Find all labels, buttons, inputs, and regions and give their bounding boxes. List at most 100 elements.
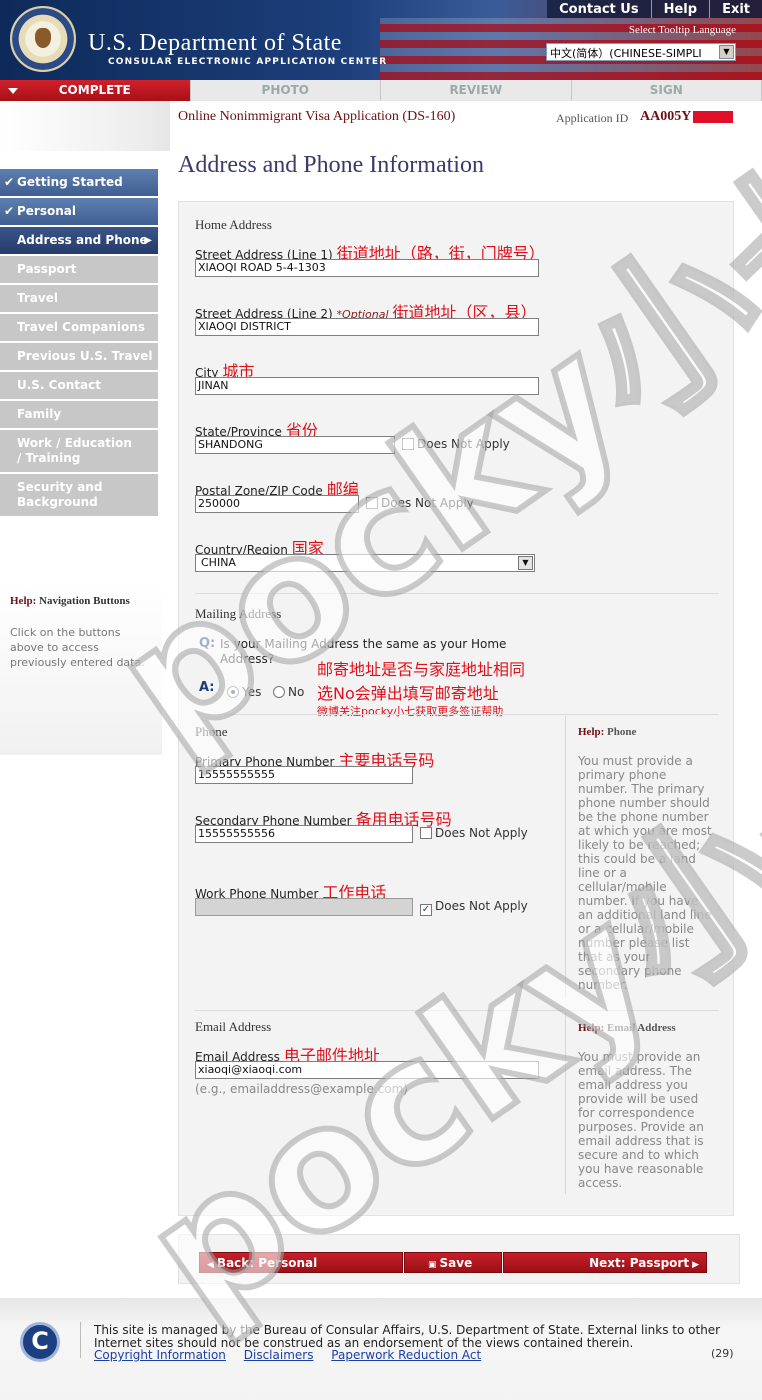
phone-help-text: You must provide a primary phone number.… (578, 754, 712, 992)
paperwork-reduction-link[interactable]: Paperwork Reduction Act (331, 1348, 481, 1362)
radio-no[interactable] (273, 686, 285, 698)
step-complete: COMPLETE (0, 80, 191, 101)
question-marker: Q: (199, 636, 216, 651)
chevron-down-icon[interactable]: ▼ (719, 45, 734, 59)
checkbox-checked[interactable]: ✓ (420, 904, 432, 916)
back-button[interactable]: ◀ Back: Personal (199, 1252, 403, 1273)
primary-phone-input[interactable]: 15555555555 (195, 766, 413, 784)
checkbox[interactable] (402, 438, 414, 450)
checkbox[interactable] (420, 827, 432, 839)
sidebar-item-security: Security and Background (0, 474, 158, 516)
footer-separator (80, 1322, 81, 1358)
street1-input[interactable]: XIAOQI ROAD 5-4-1303 (195, 259, 539, 277)
email-help: Help: Email Address You must provide an … (565, 1012, 735, 1194)
sidebar-item-work-education: Work / Education / Training (0, 430, 158, 472)
tooltip-language-label: Select Tooltip Language (628, 24, 736, 36)
radio-yes[interactable] (227, 686, 239, 698)
step-photo: PHOTO (190, 80, 381, 101)
mailing-note-2: 选No会弹出填写邮寄地址 (317, 684, 499, 703)
work-does-not-apply[interactable]: ✓ Does Not Apply (420, 899, 528, 916)
checkbox[interactable] (366, 497, 378, 509)
secondary-does-not-apply[interactable]: Does Not Apply (420, 826, 528, 840)
sidebar-item-passport: Passport (0, 256, 158, 283)
help-bold: Help: (578, 1022, 605, 1034)
home-address-heading: Home Address (195, 217, 272, 232)
department-seal-logo (10, 6, 76, 72)
email-example: (e.g., emailaddress@example.com) (195, 1082, 408, 1096)
mailing-note-1: 邮寄地址是否与家庭地址相同 (317, 660, 526, 679)
form-title: Online Nonimmigrant Visa Application (DS… (178, 109, 456, 124)
no-label: No (288, 685, 305, 699)
redaction-mark (693, 110, 734, 123)
help-bold: Help: (10, 595, 37, 607)
checkbox-label: Does Not Apply (417, 437, 510, 451)
checkbox-label: Does Not Apply (381, 496, 474, 510)
state-input[interactable]: SHANDONG (195, 436, 395, 454)
secondary-phone-input[interactable]: 15555555556 (195, 825, 413, 843)
state-does-not-apply[interactable]: Does Not Apply (402, 437, 510, 451)
sidebar-item-us-contact: U.S. Contact (0, 372, 158, 399)
work-phone-input[interactable] (195, 898, 413, 916)
contact-us-link[interactable]: Contact Us (547, 0, 650, 18)
navigation-help-title: Help: Navigation Buttons (10, 595, 130, 607)
footer-links: Copyright Information Disclaimers Paperw… (94, 1348, 495, 1362)
copyright-link[interactable]: Copyright Information (94, 1348, 226, 1362)
postal-does-not-apply[interactable]: Does Not Apply (366, 496, 474, 510)
check-icon: ✔ (4, 204, 15, 218)
mailing-no-option[interactable]: No (273, 685, 304, 699)
help-title: Email Address (607, 1022, 676, 1034)
street2-input[interactable]: XIAOQI DISTRICT (195, 318, 539, 336)
email-help-title: Help: Email Address (566, 1012, 735, 1034)
save-button[interactable]: ▣ Save (404, 1252, 502, 1273)
exit-link[interactable]: Exit (709, 0, 762, 18)
page-title: Address and Phone Information (178, 152, 484, 178)
floppy-disk-icon: ▣ (428, 1260, 437, 1270)
step-label: COMPLETE (58, 83, 131, 97)
answer-marker: A: (199, 680, 215, 695)
step-sign: SIGN (571, 80, 762, 101)
progress-steps: COMPLETE PHOTO REVIEW SIGN (0, 80, 762, 101)
sidebar-nav: ✔ Getting Started ✔ Personal Address and… (0, 169, 158, 518)
divider (195, 593, 719, 594)
tooltip-language-select[interactable]: 中文(简体）(CHINESE-SIMPLI ▼ (546, 43, 736, 61)
sidebar-item-personal[interactable]: ✔ Personal (0, 198, 158, 225)
disclaimers-link[interactable]: Disclaimers (244, 1348, 314, 1362)
check-icon: ✔ (4, 175, 15, 189)
help-link[interactable]: Help (650, 0, 709, 18)
tooltip-language-value: 中文(简体）(CHINESE-SIMPLI (550, 47, 702, 60)
phone-help: Help: Phone You must provide a primary p… (565, 716, 735, 998)
top-links: Contact Us Help Exit (547, 0, 762, 18)
consular-affairs-logo: C (20, 1322, 60, 1362)
postal-input[interactable]: 250000 (195, 495, 359, 513)
sidebar-item-address-and-phone[interactable]: Address and Phone ▶ (0, 227, 158, 254)
left-shadow (0, 101, 170, 151)
mailing-address-heading: Mailing Address (195, 606, 282, 621)
department-title: U.S. Department of State (88, 30, 342, 56)
city-input[interactable]: JINAN (195, 377, 539, 395)
footer-disclaimer: This site is managed by the Bureau of Co… (94, 1323, 721, 1350)
sidebar-item-label: Personal (17, 204, 76, 218)
next-button[interactable]: Next: Passport ▶ (503, 1252, 707, 1273)
sidebar-item-label: Getting Started (17, 175, 123, 189)
triangle-right-icon: ▶ (692, 1260, 699, 1270)
help-title: Phone (607, 726, 637, 738)
chevron-down-icon[interactable]: ▼ (518, 556, 533, 570)
checkbox-label: Does Not Apply (435, 899, 528, 913)
next-label: Next: Passport (589, 1256, 690, 1270)
mailing-yes-option[interactable]: Yes (227, 685, 261, 699)
ceac-subtitle: CONSULAR ELECTRONIC APPLICATION CENTER (108, 57, 388, 67)
application-id-value: AA005Y (640, 109, 734, 125)
sidebar-item-getting-started[interactable]: ✔ Getting Started (0, 169, 158, 196)
phone-help-title: Help: Phone (566, 716, 735, 738)
site-footer: C This site is managed by the Bureau of … (0, 1298, 762, 1400)
navigation-help: Help: Navigation Buttons Click on the bu… (0, 585, 162, 755)
country-select[interactable]: CHINA ▼ (195, 554, 535, 572)
email-input[interactable]: xiaoqi@xiaoqi.com (195, 1061, 539, 1079)
navigation-help-text: Click on the buttons above to access pre… (10, 626, 145, 669)
form-panel: Home Address Street Address (Line 1) 街道地址… (178, 201, 734, 1216)
help-bold: Help: (578, 726, 605, 738)
email-heading: Email Address (195, 1019, 272, 1034)
divider (195, 1010, 719, 1011)
checkbox-label: Does Not Apply (435, 826, 528, 840)
sidebar-item-family: Family (0, 401, 158, 428)
